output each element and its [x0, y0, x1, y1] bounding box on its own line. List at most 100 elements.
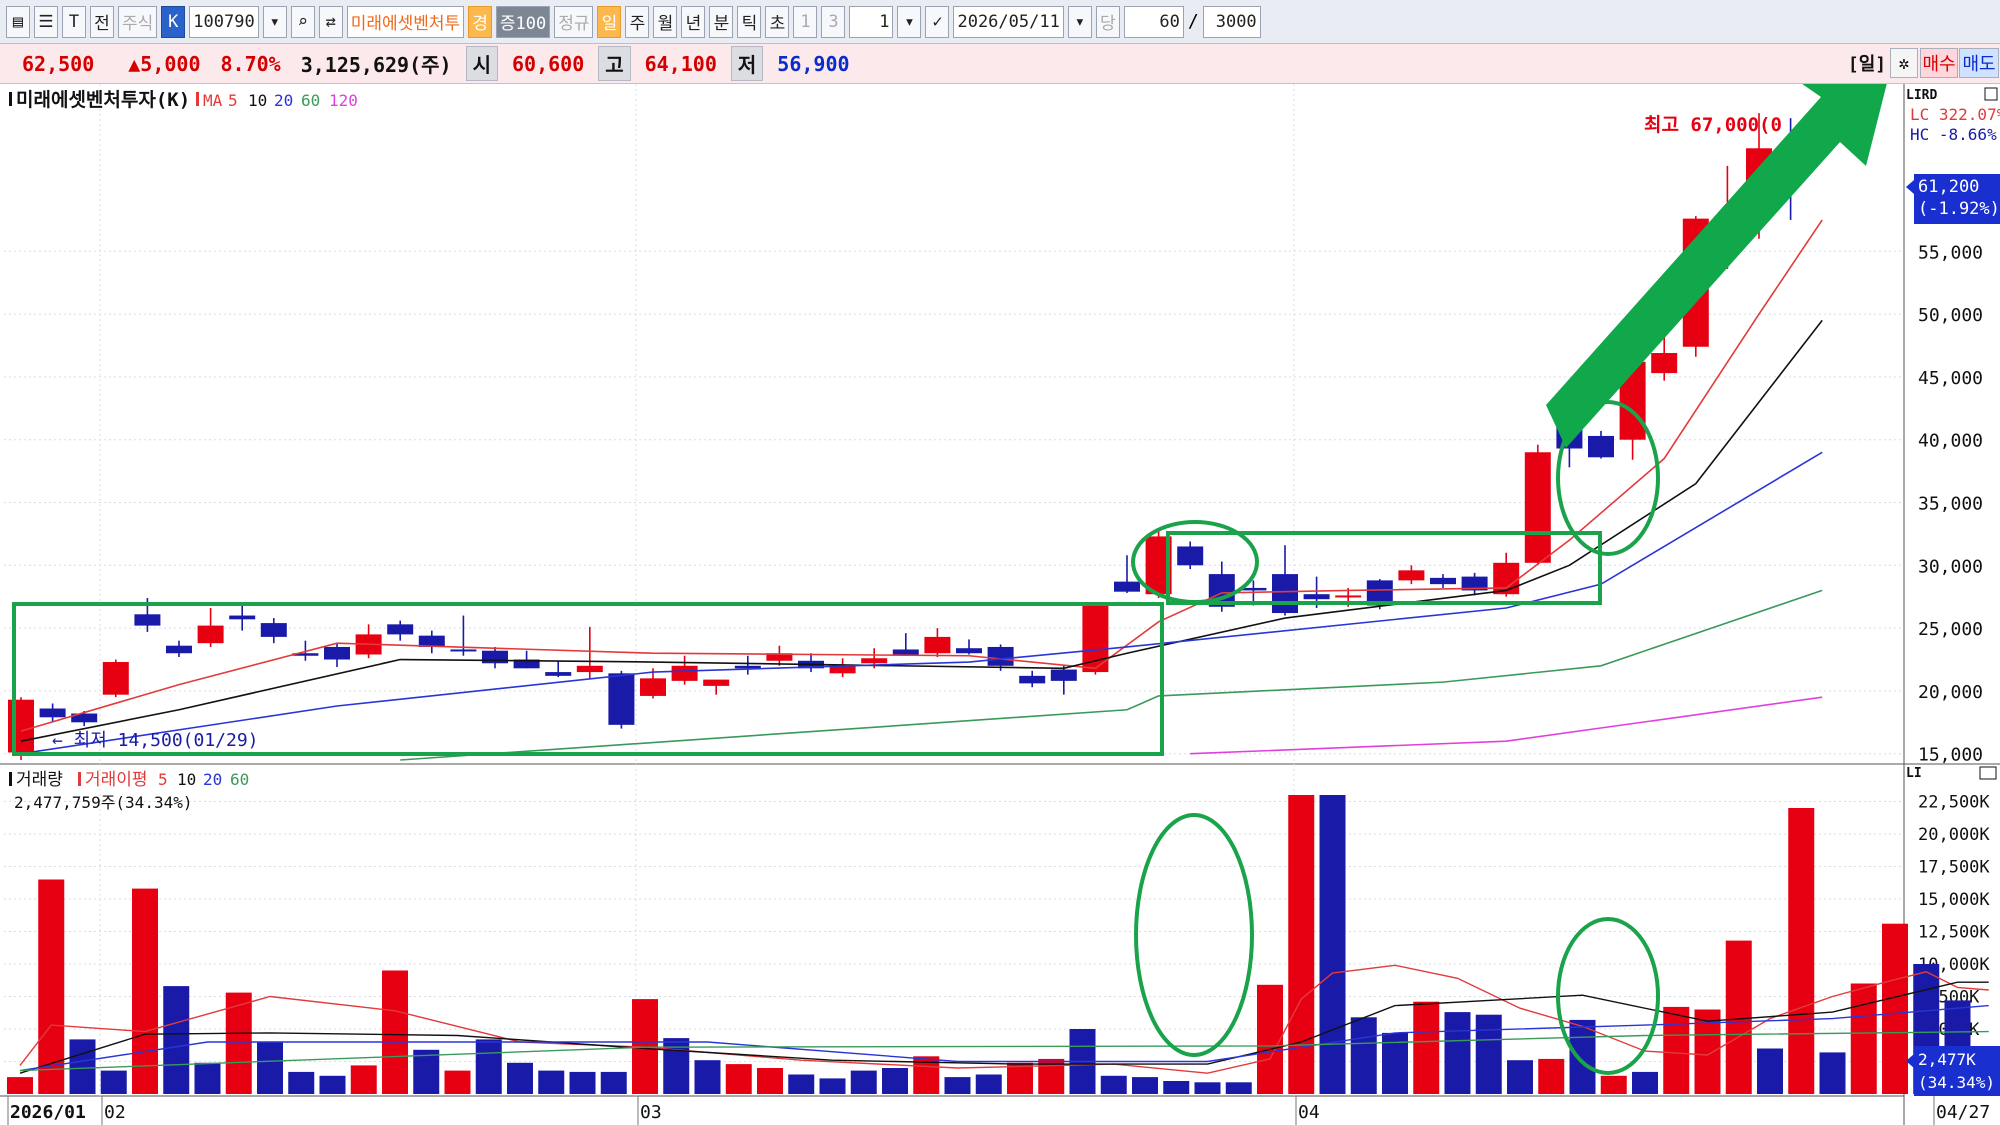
volume-bar [1257, 984, 1283, 1094]
candle-body [229, 615, 256, 620]
volume-bar [7, 1077, 33, 1094]
volume-bar [1882, 923, 1908, 1094]
time-tick-label: 02 [104, 1102, 126, 1123]
tab-day[interactable]: 일 [597, 5, 622, 38]
volume-bar [38, 879, 65, 1094]
volume-bar [1663, 1006, 1690, 1094]
expand-icon[interactable] [1984, 87, 1998, 101]
candle-body [324, 646, 350, 660]
volume-bar [382, 970, 408, 1094]
volume-avg-marker [78, 772, 81, 786]
date-dropdown-icon[interactable]: ▾ [1067, 5, 1092, 38]
annotation-overlay [12, 84, 1887, 1075]
toolbar: ▤ ☰ T 전 주식 K 100790 ▾ ⌕ ⇄ 미래에셋벤처투 경 증100… [0, 0, 2000, 44]
stock-chart[interactable]: 2026/01 02 03 04 04/27 15,000 20,000 25,000 30,… [0, 84, 2000, 1125]
candle-body [703, 679, 730, 686]
volume-bar [163, 986, 190, 1094]
volume-bar [444, 1070, 471, 1094]
candle-body [197, 625, 224, 644]
candle-body [1430, 577, 1456, 585]
settings-icon[interactable]: ✲ [1890, 48, 1918, 78]
interval-dropdown-icon[interactable]: ▾ [897, 5, 922, 38]
interval-input[interactable]: 1 [849, 5, 894, 38]
tab-week[interactable]: 주 [625, 5, 650, 38]
volume-bar [1225, 1082, 1252, 1094]
ma-marker [196, 92, 199, 106]
sell-button[interactable]: 매도 [1959, 48, 1999, 78]
volume-bar [1600, 1075, 1627, 1094]
vol-avg5-legend: 5 [158, 770, 168, 789]
tab-month[interactable]: 월 [653, 5, 678, 38]
candle-body [1177, 546, 1204, 566]
tab-tick[interactable]: 틱 [737, 5, 762, 38]
volume-tick-label: 20,000K [1918, 825, 1990, 845]
code-mark[interactable]: K [161, 5, 186, 38]
refresh-icon[interactable]: ⇄ [318, 5, 343, 38]
candle-body [576, 665, 603, 673]
candle-body [1050, 669, 1077, 681]
tab-minute[interactable]: 분 [709, 5, 734, 38]
total-input[interactable]: 3000 [1202, 5, 1261, 38]
low-price: 56,900 [777, 51, 850, 76]
stock-code-input[interactable]: 100790 [189, 5, 259, 38]
buy-button[interactable]: 매수 [1920, 48, 1958, 78]
vol-avg20-legend: 20 [203, 770, 222, 789]
ma120-legend: 120 [329, 91, 358, 110]
volume-tick-label: 17,500K [1918, 858, 1990, 878]
period-indicator: [일] [1847, 54, 1887, 75]
text-tool-icon[interactable]: T [62, 5, 86, 38]
volume-bar [757, 1068, 783, 1094]
price-tick-label: 55,000 [1918, 242, 1983, 263]
layout-icon[interactable]: ▤ [6, 5, 30, 38]
volume-avg-label: 거래이평 [85, 770, 148, 790]
volume-bar [1788, 808, 1815, 1094]
price-tick-label: 20,000 [1918, 682, 1983, 703]
interval-1-button[interactable]: 1 [793, 5, 818, 38]
volume-bars [7, 795, 2000, 1094]
interval-3-button[interactable]: 3 [821, 5, 846, 38]
last-price: 61,200 [1918, 177, 1979, 197]
volume-expand-icon[interactable] [1979, 766, 1997, 780]
volume-bar [788, 1074, 815, 1094]
price-tick-label: 30,000 [1918, 556, 1983, 577]
ma60-legend: 60 [301, 91, 320, 110]
price-tick-label: 40,000 [1918, 431, 1983, 452]
volume-tick-label: 12,500K [1918, 923, 1990, 943]
prev-tool-icon[interactable]: 전 [90, 5, 114, 38]
candle-body [1493, 562, 1520, 595]
last-volume: 2,477K [1918, 1050, 1976, 1069]
candle-body [166, 645, 192, 654]
session-button[interactable]: 정규 [554, 5, 594, 38]
high-label: 고 [598, 46, 631, 81]
ma-label: MA [203, 91, 223, 110]
current-button[interactable]: 당 [1095, 5, 1120, 38]
current-price: 62,500 [22, 51, 95, 76]
ma5-line [20, 219, 1823, 732]
market-select[interactable]: 주식 [118, 5, 158, 38]
candle-body [734, 665, 761, 669]
list-icon[interactable]: ☰ [34, 5, 58, 38]
volume-bar [507, 1062, 533, 1094]
volume-bar [69, 1039, 96, 1094]
date-input[interactable]: 2026/05/11 [953, 5, 1064, 38]
check-icon[interactable]: ✓ [925, 5, 950, 38]
vol-avg10-legend: 10 [177, 770, 196, 789]
time-tick-label: 04 [1298, 1102, 1320, 1123]
candle-body [450, 649, 477, 652]
tab-year[interactable]: 년 [681, 5, 706, 38]
candle-body [671, 665, 698, 681]
count-input[interactable]: 60 [1123, 5, 1184, 38]
candle-series [8, 113, 1804, 760]
tab-second[interactable]: 초 [765, 5, 790, 38]
candle-body [1335, 595, 1362, 598]
search-icon[interactable]: ⌕ [290, 5, 315, 38]
volume-bar [288, 1071, 315, 1094]
candle-body [482, 650, 508, 664]
chevron-down-icon[interactable]: ▾ [262, 5, 287, 38]
candle-body [861, 658, 888, 664]
stock-name-field[interactable]: 미래에셋벤처투 [346, 5, 465, 38]
moving-average-lines [20, 219, 1823, 761]
price-tick-label: 45,000 [1918, 368, 1983, 389]
candle-body [102, 662, 129, 695]
price-axis: 15,000 20,000 25,000 30,000 35,000 40,000 45,0… [1918, 242, 1983, 765]
